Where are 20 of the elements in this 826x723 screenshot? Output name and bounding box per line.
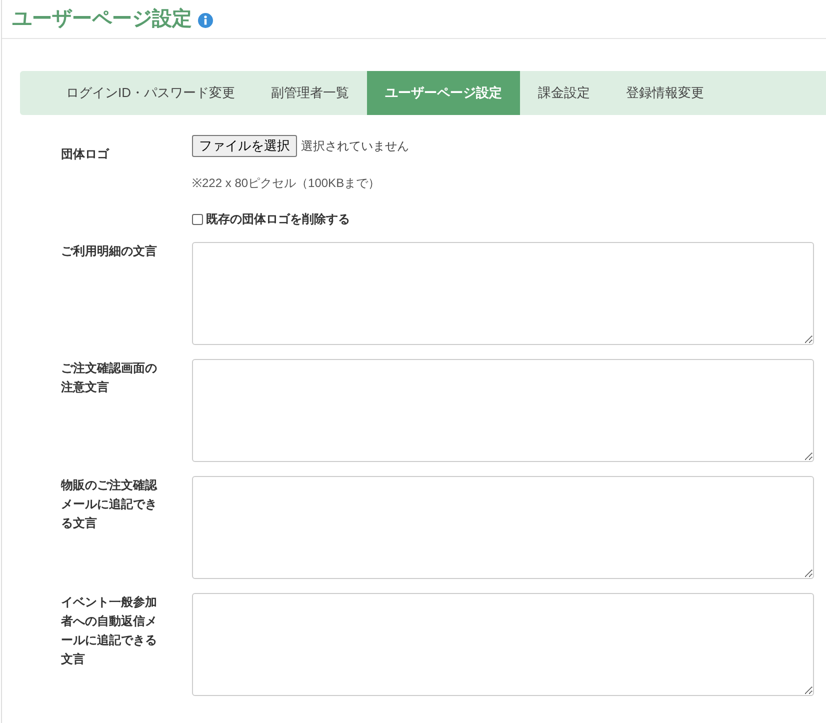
text-area[interactable] bbox=[192, 242, 814, 345]
choose-file-button[interactable]: ファイルを選択 bbox=[192, 135, 297, 157]
tab[interactable]: 登録情報変更 bbox=[608, 71, 722, 115]
field-label: 物販のご注文確認メールに追記できる文言 bbox=[61, 477, 158, 532]
hint-text: ※222 x 80ピクセル（100KBまで） bbox=[192, 175, 382, 192]
field-label: イベント一般参加者への自動返信メールに追記できる文言 bbox=[61, 594, 158, 668]
text-area[interactable] bbox=[192, 593, 814, 696]
info-icon bbox=[198, 13, 213, 28]
tab[interactable]: 副管理者一覧 bbox=[253, 71, 367, 115]
text-area[interactable] bbox=[192, 476, 814, 579]
page-title: ユーザーページ設定 bbox=[12, 6, 192, 32]
field-label: ご注文確認画面の注意文言 bbox=[61, 360, 158, 396]
file-status: 選択されていません bbox=[301, 138, 409, 155]
tab[interactable]: ログインID・パスワード変更 bbox=[48, 71, 253, 115]
field-label: ご利用明細の文言 bbox=[61, 243, 158, 260]
field-label: 団体ロゴ bbox=[61, 146, 110, 163]
checkbox[interactable] bbox=[192, 214, 203, 224]
text-area[interactable] bbox=[192, 359, 814, 462]
tab[interactable]: 課金設定 bbox=[520, 71, 608, 115]
checkbox-label: 既存の団体ロゴを削除する bbox=[206, 211, 350, 228]
